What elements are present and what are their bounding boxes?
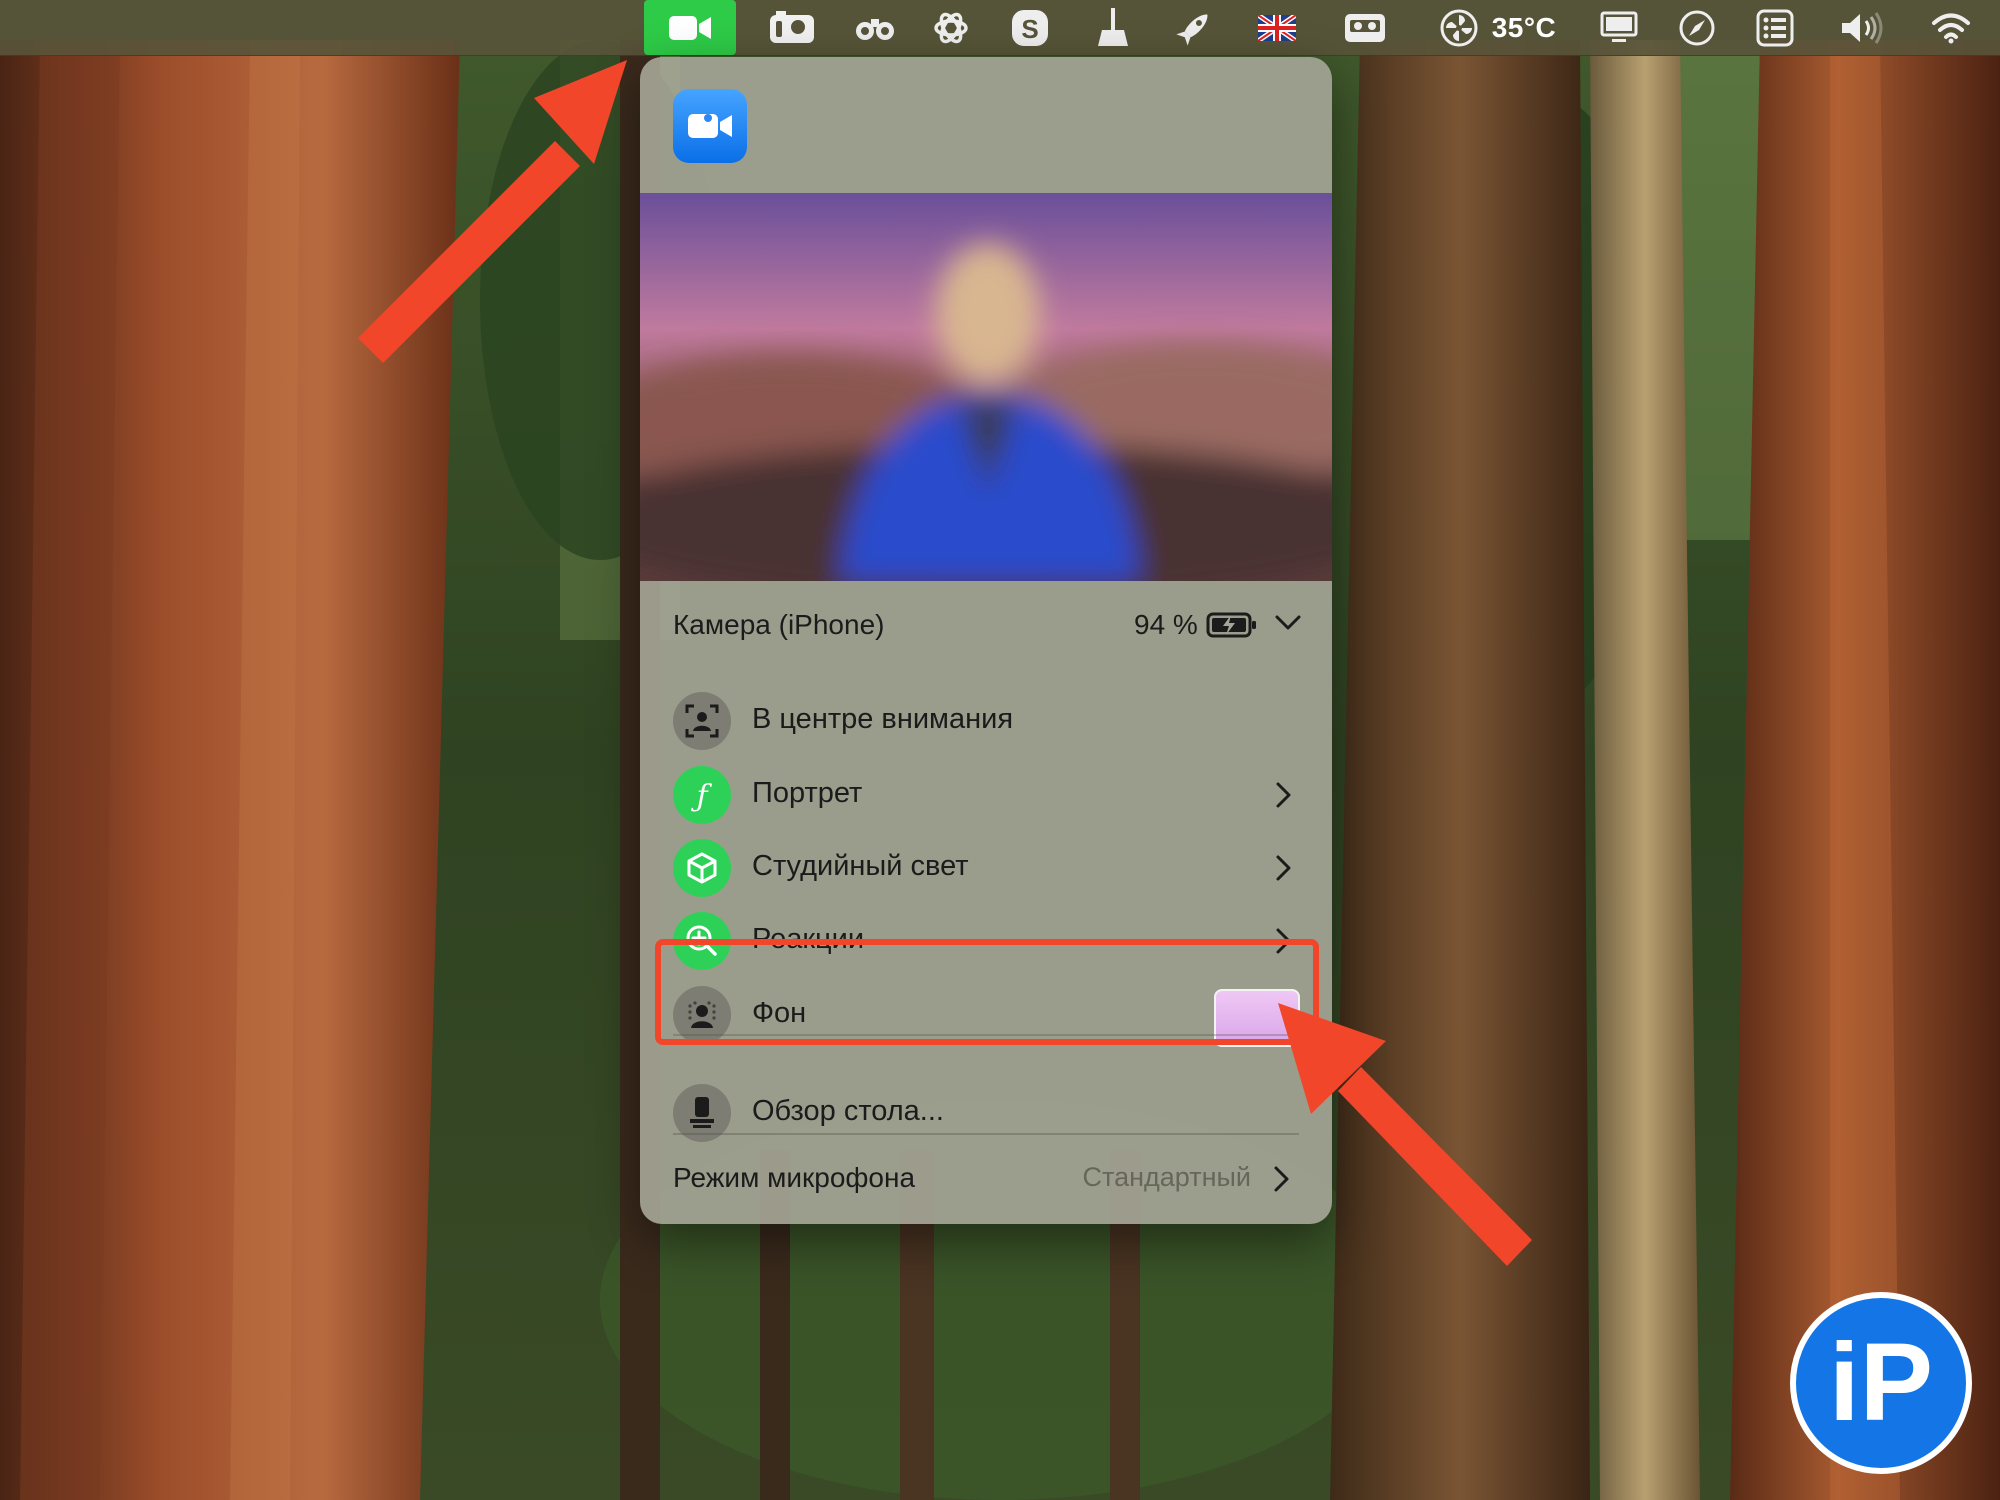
menu-bar: S 35°C	[0, 0, 2000, 56]
camera-popover: Камера (iPhone) 94 % В центре внимания ƒ…	[640, 57, 1332, 1224]
temperature-label: 35°C	[1491, 11, 1557, 43]
menu-item-center-stage[interactable]: В центре внимания	[640, 687, 1332, 755]
svg-text:ƒ: ƒ	[690, 779, 712, 813]
broom-icon[interactable]	[1090, 0, 1136, 55]
chatgpt-icon[interactable]	[926, 0, 976, 55]
display-icon[interactable]	[1596, 0, 1642, 55]
chevron-right-icon	[1276, 855, 1291, 881]
chevron-down-icon[interactable]	[1274, 611, 1302, 633]
menu-item-studio-light[interactable]: Студийный свет	[640, 834, 1332, 902]
compass-icon[interactable]	[1674, 0, 1720, 55]
portrait-f-icon: ƒ	[673, 766, 731, 824]
camera-preview	[640, 193, 1332, 581]
highlight-box	[655, 939, 1319, 1045]
volume-icon[interactable]	[1836, 0, 1890, 55]
battery-percent: 94 %	[1134, 609, 1198, 640]
rocket-icon[interactable]	[1168, 0, 1220, 55]
svg-text:S: S	[1021, 14, 1038, 44]
mic-mode-label[interactable]: Режим микрофона	[673, 1162, 915, 1194]
battery-charging-icon	[1206, 612, 1256, 638]
menu-item-label: Портрет	[752, 777, 863, 809]
skype-icon[interactable]: S	[1005, 0, 1055, 55]
divider	[673, 1133, 1299, 1135]
menu-item-label: Студийный свет	[752, 850, 969, 882]
uk-flag-icon[interactable]	[1254, 0, 1300, 55]
ip-logo: iP	[1790, 1292, 1972, 1474]
mic-mode-value[interactable]: Стандартный	[1075, 1162, 1251, 1193]
list-icon[interactable]	[1752, 0, 1798, 55]
menu-item-portrait[interactable]: ƒ Портрет	[640, 761, 1332, 829]
svg-text:iP: iP	[1829, 1321, 1933, 1444]
camera-source-label: Камера (iPhone)	[673, 609, 885, 640]
studio-light-cube-icon	[673, 839, 731, 897]
menu-item-desk-view[interactable]: Обзор стола...	[640, 1079, 1332, 1147]
chevron-right-icon[interactable]	[1270, 1165, 1292, 1193]
menu-item-label: Обзор стола...	[752, 1095, 944, 1127]
chevron-right-icon	[1276, 782, 1291, 808]
menu-item-label: В центре внимания	[752, 703, 1014, 735]
temperature-fan-icon[interactable]	[1436, 0, 1482, 55]
temperature-readout[interactable]: 35°C	[1490, 0, 1558, 55]
video-camera-icon[interactable]	[644, 0, 736, 55]
center-stage-icon	[673, 692, 731, 750]
cassette-icon[interactable]	[1340, 0, 1390, 55]
wifi-icon[interactable]	[1928, 0, 1974, 55]
zoom-camera-icon	[673, 89, 747, 163]
camera-app-icon[interactable]	[764, 0, 820, 55]
binoculars-icon[interactable]	[850, 0, 900, 55]
